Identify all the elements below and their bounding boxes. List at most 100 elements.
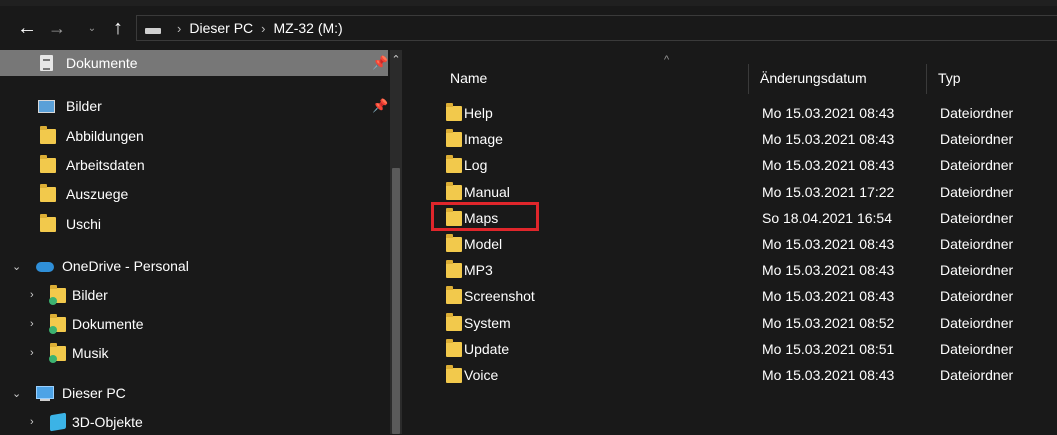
sidebar-item-label: OneDrive - Personal <box>62 258 189 274</box>
column-header-date[interactable]: Änderungsdatum <box>760 64 867 92</box>
folder-icon <box>446 312 462 331</box>
documents-icon <box>40 55 53 71</box>
column-header-type[interactable]: Typ <box>938 64 961 92</box>
address-bar[interactable]: › Dieser PC › MZ-32 (M:) <box>136 15 1057 41</box>
sync-check-icon <box>49 326 57 334</box>
file-type: Dateiordner <box>940 183 1014 200</box>
sync-check-icon <box>49 297 57 305</box>
breadcrumb-separator-icon[interactable]: › <box>177 21 181 36</box>
pictures-icon <box>38 100 55 113</box>
file-row[interactable]: System Mo 15.03.2021 08:52 Dateiordner <box>432 310 1057 336</box>
folder-icon <box>446 260 462 279</box>
folder-icon <box>40 155 56 173</box>
sidebar-item-label: Abbildungen <box>66 128 144 144</box>
file-type: Dateiordner <box>940 209 1014 226</box>
file-row[interactable]: Image Mo 15.03.2021 08:43 Dateiordner <box>432 126 1057 152</box>
breadcrumb-dieser-pc[interactable]: Dieser PC <box>189 20 253 36</box>
sidebar-item-onedrive-musik[interactable]: › Musik <box>0 340 388 366</box>
sidebar-scrollbar[interactable]: ⌃ <box>390 50 402 434</box>
file-row[interactable]: Manual Mo 15.03.2021 17:22 Dateiordner <box>432 179 1057 205</box>
file-type: Dateiordner <box>940 236 1014 252</box>
chevron-right-icon[interactable]: › <box>30 289 34 301</box>
sidebar-item-label: Bilder <box>66 98 102 114</box>
sidebar-item-bilder-quick[interactable]: Bilder 📌 <box>0 93 388 119</box>
file-type: Dateiordner <box>940 314 1014 331</box>
file-date: Mo 15.03.2021 08:43 <box>762 288 895 305</box>
scrollbar-thumb[interactable] <box>392 168 400 434</box>
sidebar-item-abbildungen[interactable]: Abbildungen <box>0 123 388 149</box>
forward-arrow-icon[interactable]: → <box>46 16 68 40</box>
file-type: Dateiordner <box>940 340 1014 357</box>
column-divider[interactable] <box>748 64 749 94</box>
sidebar-item-label: Dieser PC <box>62 385 126 401</box>
file-date: Mo 15.03.2021 08:43 <box>762 236 895 252</box>
file-row[interactable]: Update Mo 15.03.2021 08:51 Dateiordner <box>432 336 1057 362</box>
file-row[interactable]: Screenshot Mo 15.03.2021 08:43 Dateiordner <box>432 283 1057 309</box>
file-type: Dateiordner <box>940 157 1014 174</box>
sidebar-item-label: Auszuege <box>66 186 129 202</box>
chevron-right-icon[interactable]: › <box>30 347 34 359</box>
file-type: Dateiordner <box>940 131 1014 148</box>
file-type: Dateiordner <box>940 367 1014 383</box>
chevron-right-icon[interactable]: › <box>30 416 34 428</box>
sort-ascending-icon: ^ <box>664 54 670 66</box>
navigation-bar: ← → ⌄ ↑ › Dieser PC › MZ-32 (M:) <box>0 6 1057 50</box>
computer-icon <box>36 386 54 401</box>
sidebar-item-uschi[interactable]: Uschi <box>0 211 388 237</box>
folder-icon <box>446 155 462 174</box>
file-row[interactable]: Voice Mo 15.03.2021 08:43 Dateiordner <box>432 362 1057 388</box>
sidebar-item-label: Dokumente <box>72 316 144 332</box>
column-divider[interactable] <box>926 64 927 94</box>
file-name: System <box>464 314 511 331</box>
sidebar-item-label: Dokumente <box>66 55 138 71</box>
back-arrow-icon[interactable]: ← <box>14 16 40 40</box>
file-row[interactable]: Log Mo 15.03.2021 08:43 Dateiordner <box>432 152 1057 178</box>
file-date: Mo 15.03.2021 08:43 <box>762 262 895 279</box>
sidebar-item-onedrive-dokumente[interactable]: › Dokumente <box>0 311 388 337</box>
chevron-right-icon[interactable]: › <box>30 318 34 330</box>
file-type: Dateiordner <box>940 105 1014 121</box>
sidebar-item-onedrive[interactable]: ⌄ OneDrive - Personal <box>0 253 388 279</box>
sidebar-item-3d-objekte[interactable]: › 3D-Objekte <box>0 409 388 435</box>
file-row[interactable]: Help Mo 15.03.2021 08:43 Dateiordner <box>432 100 1057 126</box>
pin-icon[interactable]: 📌 <box>372 98 388 114</box>
onedrive-cloud-icon <box>36 262 54 272</box>
file-name: Log <box>464 157 488 174</box>
file-date: So 18.04.2021 16:54 <box>762 209 893 226</box>
folder-icon <box>446 129 462 148</box>
navigation-pane: Dokumente 📌 Bilder 📌 Abbildungen Arbeits… <box>0 50 402 435</box>
file-name: Update <box>464 340 510 357</box>
breadcrumb-separator-icon[interactable]: › <box>261 21 265 36</box>
file-name: Voice <box>464 367 499 383</box>
folder-icon <box>40 184 56 202</box>
scroll-up-icon[interactable]: ⌃ <box>391 53 401 66</box>
file-date: Mo 15.03.2021 08:51 <box>762 340 895 357</box>
sidebar-item-dokumente[interactable]: Dokumente 📌 <box>0 50 388 76</box>
sidebar-item-arbeitsdaten[interactable]: Arbeitsdaten <box>0 152 388 178</box>
recent-locations-chevron-icon[interactable]: ⌄ <box>84 16 100 40</box>
file-name: Manual <box>464 183 510 200</box>
column-header-type-label: Typ <box>938 70 961 86</box>
sidebar-item-label: Bilder <box>72 287 108 303</box>
file-type: Dateiordner <box>940 288 1014 305</box>
file-name: MP3 <box>464 262 493 279</box>
breadcrumb-mz32[interactable]: MZ-32 (M:) <box>273 20 342 36</box>
file-name: Model <box>464 236 503 252</box>
chevron-down-icon[interactable]: ⌄ <box>12 387 21 400</box>
folder-icon <box>446 365 462 383</box>
sidebar-item-onedrive-bilder[interactable]: › Bilder <box>0 282 388 308</box>
column-header-name[interactable]: Name <box>450 64 487 92</box>
file-row[interactable]: Model Mo 15.03.2021 08:43 Dateiordner <box>432 231 1057 257</box>
file-date: Mo 15.03.2021 08:43 <box>762 131 895 148</box>
sidebar-item-auszuege[interactable]: Auszuege <box>0 181 388 207</box>
chevron-down-icon[interactable]: ⌄ <box>12 260 21 273</box>
up-arrow-icon[interactable]: ↑ <box>106 16 130 40</box>
file-row[interactable]: MP3 Mo 15.03.2021 08:43 Dateiordner <box>432 257 1057 283</box>
file-name: Help <box>464 105 493 121</box>
sidebar-item-dieser-pc[interactable]: ⌄ Dieser PC <box>0 380 388 406</box>
pin-icon[interactable]: 📌 <box>372 55 388 71</box>
folder-icon <box>446 338 462 357</box>
column-header-name-label: Name <box>450 70 488 86</box>
file-date: Mo 15.03.2021 17:22 <box>762 183 895 200</box>
sidebar-item-label: Arbeitsdaten <box>66 157 145 173</box>
